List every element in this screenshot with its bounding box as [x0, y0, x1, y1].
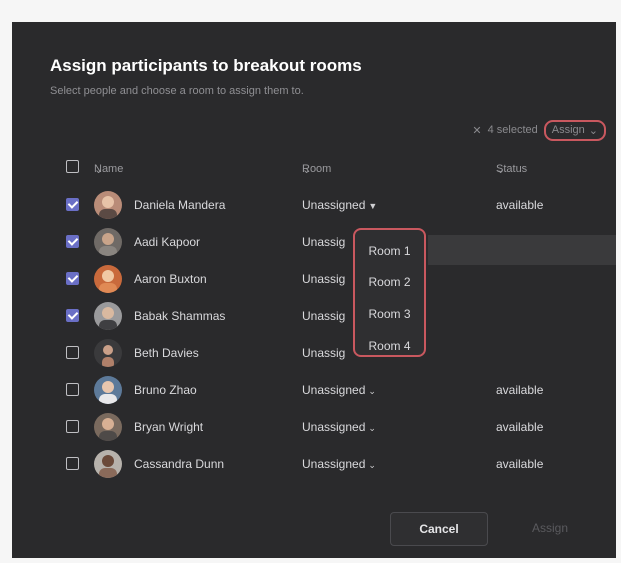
row-checkbox[interactable] — [66, 383, 79, 396]
room-dropdown[interactable]: Unassig — [302, 272, 345, 286]
chevron-down-icon: ⌄ — [368, 460, 376, 470]
status-text: available — [496, 457, 544, 471]
select-all-checkbox[interactable] — [66, 160, 79, 173]
menu-item-room-2[interactable]: Room 2 — [355, 275, 424, 289]
selected-count: 4 selected — [487, 124, 538, 136]
row-checkbox[interactable] — [66, 309, 79, 322]
participant-name: Aaron Buxton — [134, 272, 207, 286]
row-checkbox[interactable] — [66, 346, 79, 359]
avatar — [94, 339, 122, 367]
caret-down-icon: ▼ — [368, 201, 378, 211]
table-row[interactable]: Cassandra Dunn Unassigned ⌄ available — [12, 445, 616, 482]
avatar — [94, 265, 122, 293]
participant-name: Bryan Wright — [134, 420, 204, 434]
room-dropdown[interactable]: Unassigned ⌄ — [302, 457, 376, 471]
x-icon[interactable]: ✕ — [472, 124, 481, 137]
room-menu: Room 1 Room 2 Room 3 Room 4 — [353, 228, 426, 357]
avatar — [94, 228, 122, 256]
cancel-button[interactable]: Cancel — [390, 512, 488, 546]
row-checkbox[interactable] — [66, 235, 79, 248]
row-checkbox[interactable] — [66, 420, 79, 433]
avatar — [94, 191, 122, 219]
participant-name: Beth Davies — [134, 346, 199, 360]
participant-name: Bruno Zhao — [134, 383, 197, 397]
dialog-title: Assign participants to breakout rooms — [50, 56, 362, 75]
avatar — [94, 450, 122, 478]
table-row[interactable]: Aadi Kapoor Unassig — [12, 223, 616, 260]
chevron-down-icon: ⌄ — [368, 423, 376, 433]
menu-item-room-1[interactable]: Room 1 — [355, 244, 424, 258]
participant-name: Daniela Mandera — [134, 198, 226, 212]
room-dropdown[interactable]: Unassig — [302, 309, 345, 323]
assign-dropdown-label: Assign — [551, 124, 585, 136]
participant-name: Aadi Kapoor — [134, 235, 201, 249]
room-dropdown[interactable]: Unassig — [302, 346, 345, 360]
room-dropdown[interactable]: Unassigned ▼ — [302, 198, 377, 212]
assign-button[interactable]: Assign — [502, 512, 598, 544]
participant-name: Babak Shammas — [134, 309, 226, 323]
selection-bar: ✕ 4 selected Assign ⌄ — [472, 116, 606, 144]
participant-name: Cassandra Dunn — [134, 457, 225, 471]
table-row[interactable]: Babak Shammas Unassig — [12, 297, 616, 334]
row-checkbox[interactable] — [66, 198, 79, 211]
breakout-assign-dialog: Assign participants to breakout rooms Se… — [12, 22, 616, 558]
assign-dropdown-button[interactable]: Assign ⌄ — [543, 119, 606, 141]
chevron-down-icon: ⌄ — [368, 386, 376, 396]
dialog-subtitle: Select people and choose a room to assig… — [50, 85, 304, 97]
table-row[interactable]: Aaron Buxton Unassig — [12, 260, 616, 297]
avatar — [94, 302, 122, 330]
table-row[interactable]: Daniela Mandera Unassigned ▼ available — [12, 186, 616, 223]
chevron-down-icon: ⌄ — [588, 124, 598, 137]
room-dropdown[interactable]: Unassig — [302, 235, 345, 249]
menu-item-room-3[interactable]: Room 3 — [355, 307, 424, 321]
status-text: available — [496, 420, 544, 434]
table-row[interactable]: Bruno Zhao Unassigned ⌄ available — [12, 371, 616, 408]
status-text: available — [496, 198, 544, 212]
room-dropdown[interactable]: Unassigned ⌄ — [302, 383, 376, 397]
table-row[interactable]: Bryan Wright Unassigned ⌄ available — [12, 408, 616, 445]
chevron-down-icon: ⌄ — [94, 164, 104, 176]
avatar — [94, 413, 122, 441]
status-text: available — [496, 383, 544, 397]
menu-item-room-4[interactable]: Room 4 — [355, 339, 424, 353]
table-header: Name ⌄ ⌄ Room ⌄ Status — [12, 157, 616, 177]
table-row[interactable]: Beth Davies Unassig — [12, 334, 616, 371]
row-checkbox[interactable] — [66, 457, 79, 470]
room-dropdown[interactable]: Unassigned ⌄ — [302, 420, 376, 434]
avatar — [94, 376, 122, 404]
row-checkbox[interactable] — [66, 272, 79, 285]
